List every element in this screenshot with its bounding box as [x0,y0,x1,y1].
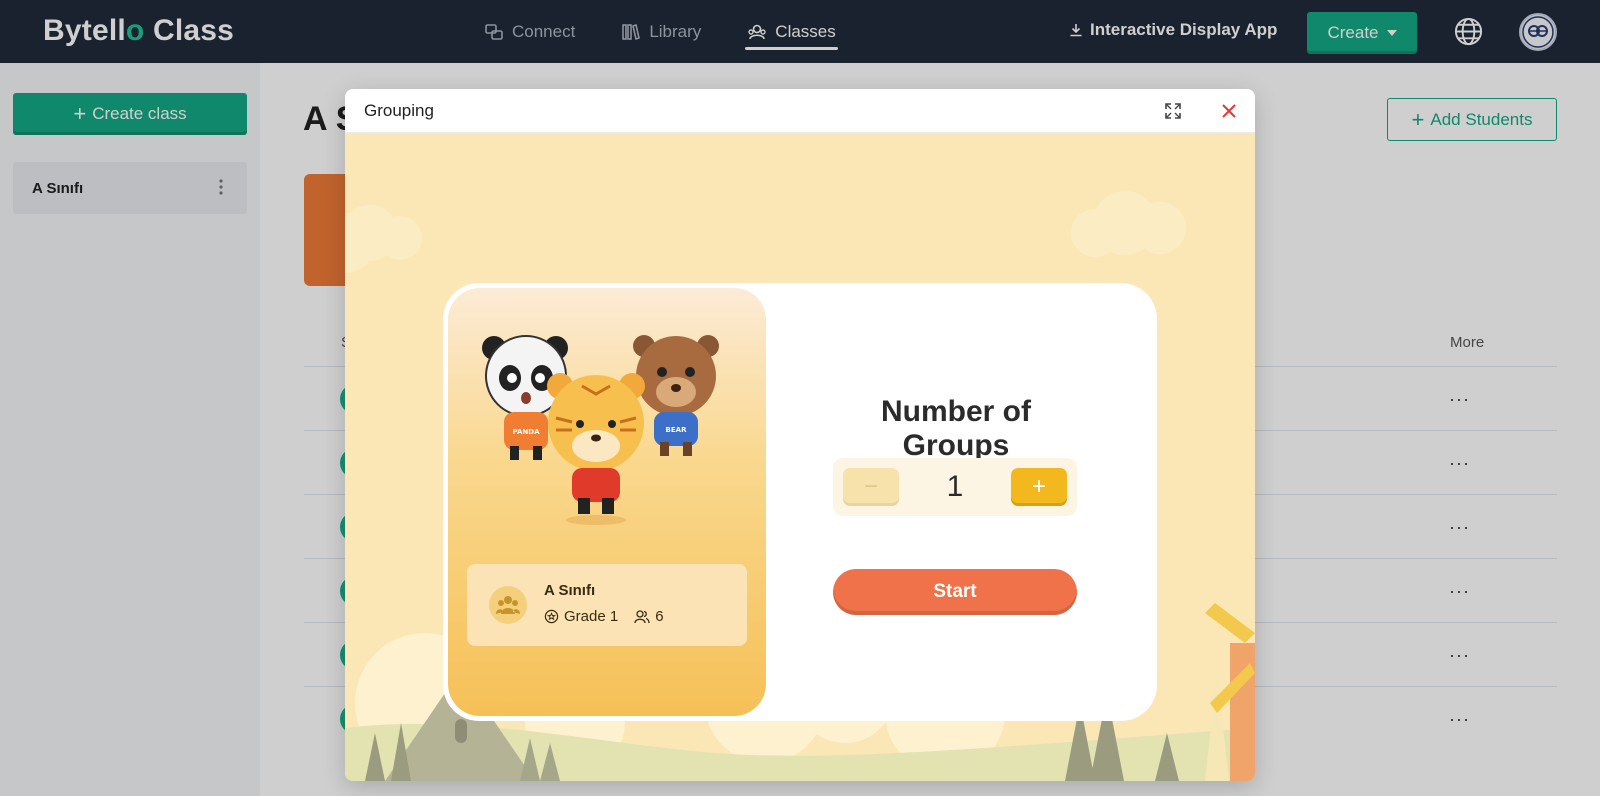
groups-stepper: − 1 + [833,458,1077,516]
groups-count-value: 1 [946,470,964,503]
student-count: 6 [655,608,664,625]
grouping-modal: Grouping PANDA BEAR A Sınıfı Grade 1 6 N… [345,89,1255,781]
start-button[interactable]: Start [833,569,1077,615]
modal-title: Grouping [364,101,434,120]
modal-header: Grouping [345,89,1255,133]
app-window: Bytello Class Connect Library Classes In… [0,0,1600,796]
number-of-groups-label: Number of Groups [881,395,1031,462]
mascots-illustration: PANDA BEAR [482,335,719,525]
grade-label: Grade 1 [564,608,619,625]
students-icon [634,610,650,624]
class-info-card: A Sınıfı Grade 1 6 [467,564,747,646]
grade-badge-icon [544,609,559,624]
student-count-info: 6 [634,608,664,625]
bear-shirt-label: BEAR [666,426,688,434]
close-icon[interactable] [1219,101,1239,121]
panda-shirt-label: PANDA [513,428,541,436]
class-meta: Grade 1 6 [544,608,664,625]
group-settings-panel: Number of Groups − 1 + Start [833,283,1157,721]
grouping-scene: PANDA BEAR A Sınıfı Grade 1 6 Number of … [345,133,1255,781]
class-preview-panel: PANDA BEAR A Sınıfı Grade 1 6 [448,288,766,716]
decrement-button[interactable]: − [843,468,899,506]
increment-button[interactable]: + [1011,468,1067,506]
grade-info: Grade 1 [544,608,618,625]
class-group-icon [489,586,527,624]
class-name: A Sınıfı [544,582,596,599]
grouping-card: PANDA BEAR A Sınıfı Grade 1 6 Number of … [443,283,1157,721]
fullscreen-icon[interactable] [1163,101,1183,121]
